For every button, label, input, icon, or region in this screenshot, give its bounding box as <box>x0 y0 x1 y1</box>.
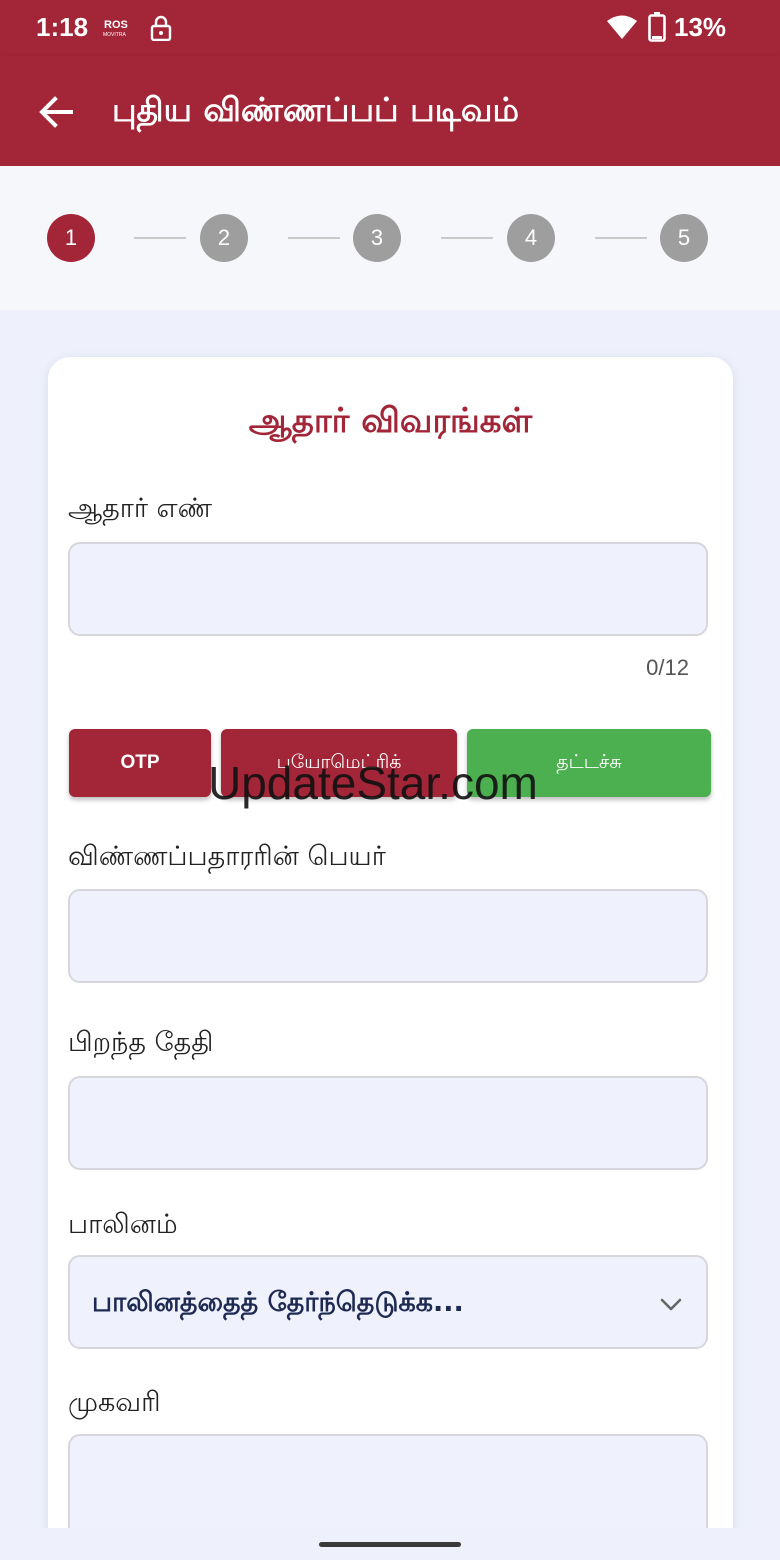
svg-text:MOVITRA: MOVITRA <box>103 32 126 38</box>
status-time: 1:18 <box>36 12 89 42</box>
gesture-handle[interactable] <box>319 1542 461 1547</box>
navigation-bar <box>0 1528 780 1560</box>
status-bar: 1:18 ROS MOVITRA 13% <box>0 0 780 56</box>
dob-input[interactable] <box>68 1076 708 1170</box>
step-connector <box>134 237 186 239</box>
stepper: 1 2 3 4 5 <box>0 166 780 310</box>
gender-select[interactable]: பாலினத்தைத் தேர்ந்தெடுக்க... <box>68 1255 708 1349</box>
svg-text:ROS: ROS <box>104 19 128 31</box>
arrow-left-icon <box>39 96 73 128</box>
dob-label: பிறந்த தேதி <box>68 1027 214 1058</box>
app-bar: புதிய விண்ணப்பப் படிவம் <box>0 56 780 166</box>
applicant-name-label: விண்ணப்பதாரரின் பெயர் <box>68 841 386 872</box>
aadhaar-form-card: ஆதார் விவரங்கள் ஆதார் எண் 0/12 OTP பயோமெ… <box>48 357 733 1560</box>
aadhaar-char-counter: 0/12 <box>646 655 689 680</box>
step-1[interactable]: 1 <box>47 214 95 262</box>
gender-select-placeholder: பாலினத்தைத் தேர்ந்தெடுக்க... <box>92 1287 464 1318</box>
step-connector <box>288 237 340 239</box>
aadhaar-input[interactable] <box>68 542 708 636</box>
step-connector <box>595 237 647 239</box>
step-3[interactable]: 3 <box>353 214 401 262</box>
watermark: UpdateStar.com <box>208 757 538 809</box>
battery-icon <box>648 12 666 42</box>
back-button[interactable] <box>30 86 82 138</box>
battery-percent: 13% <box>674 12 727 42</box>
step-5[interactable]: 5 <box>660 214 708 262</box>
chevron-down-icon <box>660 1298 682 1311</box>
wifi-icon <box>607 15 637 39</box>
step-2[interactable]: 2 <box>200 214 248 262</box>
step-4[interactable]: 4 <box>507 214 555 262</box>
applicant-name-input[interactable] <box>68 889 708 983</box>
address-label: முகவரி <box>68 1387 161 1418</box>
page-title: புதிய விண்ணப்பப் படிவம் <box>112 90 520 129</box>
ros-app-icon: ROS MOVITRA <box>103 19 128 38</box>
lock-icon <box>150 15 172 41</box>
section-title: ஆதார் விவரங்கள் <box>248 401 533 441</box>
step-connector <box>441 237 493 239</box>
gender-label: பாலினம் <box>68 1209 178 1240</box>
otp-button[interactable]: OTP <box>69 729 211 797</box>
aadhaar-label: ஆதார் எண் <box>68 493 212 524</box>
